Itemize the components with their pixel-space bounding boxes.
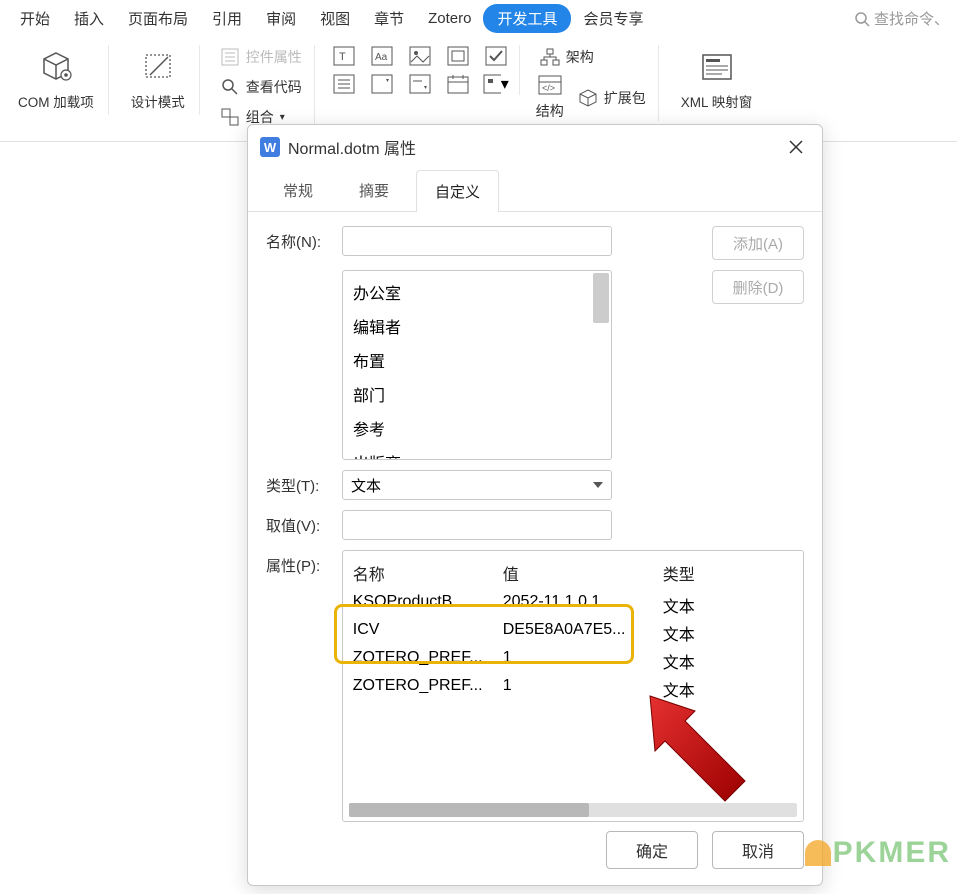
delete-button[interactable]: 删除(D) <box>712 270 804 304</box>
table-row[interactable]: KSOProductB...2052-11.1.0.1...文本 <box>353 591 793 619</box>
com-addins-label: COM 加载项 <box>18 91 94 111</box>
tab-custom[interactable]: 自定义 <box>416 170 499 212</box>
menu-search[interactable]: 查找命令、 <box>854 8 949 29</box>
com-addins-button[interactable]: COM 加载项 <box>12 45 100 115</box>
arch-button[interactable]: 架构 <box>536 45 650 69</box>
design-mode-button[interactable]: 设计模式 <box>125 45 191 115</box>
close-button[interactable] <box>782 133 810 161</box>
menu-start[interactable]: 开始 <box>8 4 62 33</box>
magnify-icon <box>220 77 240 97</box>
properties-table[interactable]: 名称 值 类型 KSOProductB...2052-11.1.0.1...文本… <box>342 550 804 822</box>
package-icon <box>578 89 598 107</box>
menu-member[interactable]: 会员专享 <box>571 4 655 33</box>
word-icon: W <box>260 137 280 157</box>
value-input[interactable] <box>342 510 612 540</box>
extpack-label: 扩展包 <box>604 88 646 108</box>
cancel-button[interactable]: 取消 <box>712 831 804 869</box>
search-placeholder: 查找命令、 <box>874 8 949 29</box>
dropdown-icon[interactable] <box>407 73 433 95</box>
plaintext-icon[interactable]: Aa <box>369 45 395 67</box>
control-props-button: 控件属性 <box>216 45 306 69</box>
table-row[interactable]: ICVDE5E8A0A7E5...文本 <box>353 619 793 647</box>
watermark-icon <box>805 840 831 866</box>
list-item[interactable]: 办公室 <box>349 275 605 309</box>
cube-gear-icon <box>38 49 74 85</box>
view-code-label: 查看代码 <box>246 77 302 97</box>
list-item[interactable]: 部门 <box>349 377 605 411</box>
richtext-icon[interactable]: T <box>331 45 357 67</box>
xml-map-label: XML 映射窗 <box>681 91 753 111</box>
h-scroll-thumb[interactable] <box>349 803 589 817</box>
name-listbox[interactable]: 办公室 编辑者 布置 部门 参考 出版商 <box>342 270 612 460</box>
design-mode-label: 设计模式 <box>131 91 185 111</box>
properties-dialog: W Normal.dotm 属性 常规 摘要 自定义 名称(N): 添加(A) … <box>247 124 823 886</box>
svg-text:</>: </> <box>542 83 555 93</box>
arch-label: 架构 <box>566 47 594 67</box>
name-label: 名称(N): <box>266 226 330 252</box>
add-button[interactable]: 添加(A) <box>712 226 804 260</box>
watermark: PKMER <box>805 836 951 870</box>
menu-view[interactable]: 视图 <box>308 4 362 33</box>
watermark-text: PKMER <box>833 836 951 870</box>
menu-zotero[interactable]: Zotero <box>416 6 483 31</box>
col-name: 名称 <box>353 561 503 585</box>
menu-review[interactable]: 审阅 <box>254 4 308 33</box>
menu-reference[interactable]: 引用 <box>200 4 254 33</box>
combo-icon[interactable] <box>369 73 395 95</box>
ok-button[interactable]: 确定 <box>606 831 698 869</box>
group-icon <box>220 107 240 127</box>
props-label: 属性(P): <box>266 550 330 576</box>
dialog-titlebar: W Normal.dotm 属性 <box>248 125 822 169</box>
chevron-down-icon <box>593 482 603 488</box>
legacy-icon[interactable]: ▾ <box>483 73 509 95</box>
list-item[interactable]: 参考 <box>349 411 605 445</box>
control-props-label: 控件属性 <box>246 47 302 67</box>
type-label: 类型(T): <box>266 470 330 496</box>
list-item[interactable]: 出版商 <box>349 445 605 460</box>
col-value: 值 <box>503 561 663 585</box>
name-input[interactable] <box>342 226 612 256</box>
list-item[interactable]: 编辑者 <box>349 309 605 343</box>
type-value: 文本 <box>351 475 381 496</box>
struct-button[interactable]: </> 结构 <box>536 75 564 121</box>
col-type: 类型 <box>663 561 793 585</box>
svg-text:Aa: Aa <box>375 52 388 63</box>
type-select[interactable]: 文本 <box>342 470 612 500</box>
dialog-tabs: 常规 摘要 自定义 <box>248 169 822 212</box>
close-icon <box>789 140 803 154</box>
picture-icon[interactable] <box>407 45 433 67</box>
struct-label: 结构 <box>536 101 564 121</box>
table-row[interactable]: ZOTERO_PREF...1文本 <box>353 647 793 675</box>
list-item[interactable]: 布置 <box>349 343 605 377</box>
search-icon <box>854 11 870 27</box>
list-icon <box>220 47 240 67</box>
xml-map-button[interactable]: XML 映射窗 <box>675 45 759 115</box>
dialog-title-text: Normal.dotm 属性 <box>288 135 416 159</box>
list-ctrl-icon[interactable] <box>331 73 357 95</box>
control-icon-grid: T Aa ▾ <box>331 45 511 95</box>
hierarchy-icon <box>540 48 560 66</box>
h-scrollbar[interactable] <box>349 803 797 817</box>
gallery-icon[interactable] <box>445 45 471 67</box>
menu-devtools[interactable]: 开发工具 <box>483 4 571 33</box>
date-icon[interactable] <box>445 73 471 95</box>
tab-general[interactable]: 常规 <box>264 169 332 211</box>
tab-summary[interactable]: 摘要 <box>340 169 408 211</box>
view-code-button[interactable]: 查看代码 <box>216 75 306 99</box>
dialog-form: 名称(N): 添加(A) 办公室 编辑者 布置 部门 参考 出版商 删除(D) <box>248 212 822 846</box>
table-row[interactable]: ZOTERO_PREF...1文本 <box>353 675 793 703</box>
xml-pane-icon <box>699 49 735 85</box>
value-label: 取值(V): <box>266 510 330 536</box>
struct-icon: </> <box>538 75 562 95</box>
ruler-pencil-icon <box>140 49 176 85</box>
menu-bar: 开始 插入 页面布局 引用 审阅 视图 章节 Zotero 开发工具 会员专享 … <box>0 0 957 37</box>
menu-chapter[interactable]: 章节 <box>362 4 416 33</box>
extpack-button[interactable]: 扩展包 <box>574 75 650 121</box>
menu-pagelayout[interactable]: 页面布局 <box>116 4 200 33</box>
scrollbar-thumb[interactable] <box>593 273 609 323</box>
svg-text:T: T <box>339 51 346 63</box>
menu-insert[interactable]: 插入 <box>62 4 116 33</box>
checkbox-icon[interactable] <box>483 45 509 67</box>
